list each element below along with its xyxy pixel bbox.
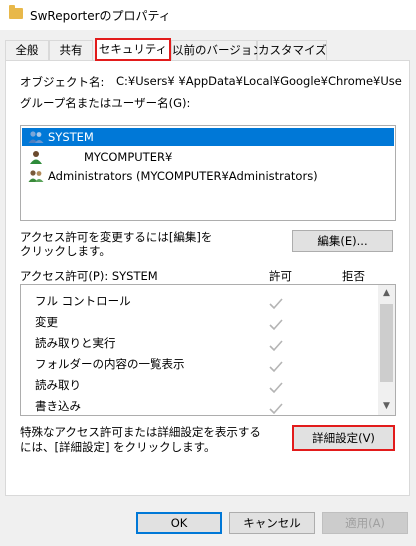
change-hint-line2: クリックします。 (20, 244, 111, 258)
user-list[interactable]: SYSTEM MYCOMPUTER¥ Administrators (MYCOM… (20, 125, 396, 221)
apply-button[interactable]: 適用(A) (322, 512, 408, 534)
edit-button[interactable]: 編集(E)... (292, 230, 393, 252)
permission-row: 書き込み (35, 396, 81, 415)
advanced-hint-line2: には、[詳細設定] をクリックします。 (20, 440, 216, 454)
tab-sharing[interactable]: 共有 (49, 40, 93, 60)
permission-row: フル コントロール (35, 291, 131, 311)
group-label: グループ名またはユーザー名(G): (20, 96, 191, 110)
permissions-scrollbar[interactable]: ▲ ▼ (378, 285, 395, 415)
user-name: SYSTEM (48, 130, 94, 144)
user-row-administrators[interactable]: Administrators (MYCOMPUTER¥Administrator… (22, 167, 394, 185)
scroll-up-icon[interactable]: ▲ (378, 285, 395, 302)
permission-name: フル コントロール (35, 294, 131, 308)
users-group-icon (28, 170, 44, 182)
advanced-button[interactable]: 詳細設定(V) (292, 425, 395, 451)
permission-name: 書き込み (35, 399, 81, 413)
object-name-label: オブジェクト名: (20, 75, 105, 89)
permission-name: フォルダーの内容の一覧表示 (35, 357, 185, 371)
allow-check-icon (269, 382, 283, 394)
allow-check-icon (269, 298, 283, 310)
permission-row: 変更 (35, 312, 58, 332)
permission-name: 変更 (35, 315, 58, 329)
title-bar: SwReporterのプロパティ (0, 0, 416, 30)
tab-previous-versions[interactable]: 以前のバージョン (171, 40, 264, 60)
folder-icon (9, 5, 23, 19)
allow-check-icon (269, 340, 283, 352)
window-title: SwReporterのプロパティ (30, 9, 171, 23)
cancel-button[interactable]: キャンセル (229, 512, 315, 534)
permission-name: 読み取りと実行 (35, 336, 116, 350)
permissions-header: アクセス許可(P): SYSTEM (20, 269, 158, 283)
allow-check-icon (269, 361, 283, 373)
permission-name: 読み取り (35, 378, 81, 392)
deny-column-header: 拒否 (342, 269, 365, 283)
allow-check-icon (269, 319, 283, 331)
allow-column-header: 許可 (269, 269, 292, 283)
user-row-mycomputer[interactable]: MYCOMPUTER¥ (22, 148, 394, 166)
advanced-hint-line1: 特殊なアクセス許可または詳細設定を表示する (20, 425, 261, 439)
scroll-down-icon[interactable]: ▼ (378, 398, 395, 415)
tab-security[interactable]: セキュリティ (95, 38, 171, 61)
permission-row: 読み取り (35, 375, 81, 395)
user-icon (30, 151, 42, 164)
scroll-thumb[interactable] (380, 304, 393, 382)
user-row-system[interactable]: SYSTEM (22, 128, 394, 146)
user-name: Administrators (MYCOMPUTER¥Administrator… (48, 169, 318, 183)
permission-row: 読み取りと実行 (35, 333, 116, 353)
object-name-value: C:¥Users¥ ¥AppData¥Local¥Google¥Chrome¥U… (116, 74, 402, 88)
ok-button[interactable]: OK (136, 512, 222, 534)
user-name: MYCOMPUTER¥ (84, 150, 173, 164)
tab-general[interactable]: 全般 (5, 40, 49, 60)
tab-strip: 全般 共有 セキュリティ 以前のバージョン カスタマイズ (5, 38, 415, 61)
allow-check-icon (269, 403, 283, 415)
permission-row: フォルダーの内容の一覧表示 (35, 354, 185, 374)
tab-customize[interactable]: カスタマイズ (257, 40, 327, 60)
permissions-list[interactable]: フル コントロール 変更 読み取りと実行 フォルダーの内容の一覧表示 読み取り … (20, 284, 396, 416)
users-group-icon (28, 131, 44, 143)
